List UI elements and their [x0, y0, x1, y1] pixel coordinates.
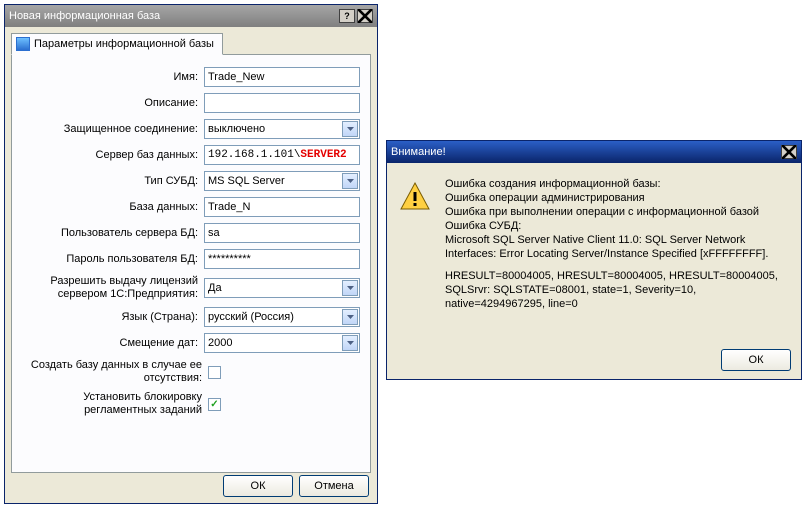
secure-connection-select[interactable]: выключено: [204, 119, 360, 139]
ok-button[interactable]: ОК: [223, 475, 293, 497]
error-button-bar: ОК: [721, 349, 791, 371]
error-line: Microsoft SQL Server Native Client 11.0:…: [445, 234, 768, 260]
error-line: Ошибка создания информационной базы:: [445, 178, 661, 190]
create-db-checkbox[interactable]: [208, 366, 221, 379]
dbms-type-value: MS SQL Server: [208, 175, 285, 187]
db-server-ip: 192.168.1.101\: [208, 149, 300, 161]
language-value: русский (Россия): [208, 311, 294, 323]
label-secure: Защищенное соединение:: [22, 123, 204, 136]
label-db: База данных:: [22, 201, 204, 214]
db-user-input[interactable]: [204, 223, 360, 243]
label-dbtype: Тип СУБД:: [22, 175, 204, 188]
label-createdb: Создать базу данных в случае ее отсутств…: [22, 359, 208, 385]
chevron-down-icon: [342, 173, 358, 189]
label-block-jobs: Установить блокировку регламентных задан…: [22, 391, 208, 417]
chevron-down-icon: [342, 121, 358, 137]
database-input[interactable]: [204, 197, 360, 217]
error-text: Ошибка создания информационной базы: Оши…: [445, 177, 789, 319]
close-button[interactable]: [357, 9, 373, 23]
chevron-down-icon: [342, 309, 358, 325]
dbms-type-select[interactable]: MS SQL Server: [204, 171, 360, 191]
label-dbuser: Пользователь сервера БД:: [22, 227, 204, 240]
tab-label: Параметры информационной базы: [34, 38, 214, 50]
db-server-input[interactable]: 192.168.1.101\SERVER2: [204, 145, 360, 165]
tab-body: Имя: Описание: Защищенное соединение: вы…: [11, 55, 371, 473]
date-offset-select[interactable]: 2000: [204, 333, 360, 353]
label-server: Сервер баз данных:: [22, 149, 204, 162]
error-line: SQLSrvr: SQLSTATE=08001, state=1, Severi…: [445, 284, 696, 296]
label-desc: Описание:: [22, 97, 204, 110]
tab-icon: [16, 37, 30, 51]
label-license: Разрешить выдачу лицензий сервером 1С:Пр…: [22, 275, 204, 301]
name-input[interactable]: [204, 67, 360, 87]
tab-strip: Параметры информационной базы: [11, 33, 371, 55]
date-offset-value: 2000: [208, 337, 232, 349]
error-line: Ошибка при выполнении операции с информа…: [445, 206, 759, 218]
description-input[interactable]: [204, 93, 360, 113]
error-titlebar[interactable]: Внимание!: [387, 141, 801, 163]
block-jobs-checkbox[interactable]: ✓: [208, 398, 221, 411]
button-bar: ОК Отмена: [223, 475, 369, 497]
help-button[interactable]: ?: [339, 9, 355, 23]
error-line: Ошибка операции администрирования: [445, 192, 645, 204]
warning-icon: [399, 181, 431, 213]
error-line: native=4294967295, line=0: [445, 298, 578, 310]
secure-connection-value: выключено: [208, 123, 265, 135]
chevron-down-icon: [342, 335, 358, 351]
label-name: Имя:: [22, 71, 204, 84]
error-title: Внимание!: [391, 146, 779, 158]
chevron-down-icon: [342, 280, 358, 296]
close-icon[interactable]: [781, 145, 797, 159]
license-select[interactable]: Да: [204, 278, 360, 298]
db-server-name: SERVER2: [300, 149, 346, 161]
label-language: Язык (Страна):: [22, 311, 204, 324]
window-title: Новая информационная база: [9, 10, 337, 22]
error-dialog: Внимание! Ошибка создания информационной…: [386, 140, 802, 380]
titlebar[interactable]: Новая информационная база ?: [5, 5, 377, 27]
tab-parameters[interactable]: Параметры информационной базы: [11, 33, 223, 55]
error-line: Ошибка СУБД:: [445, 220, 521, 232]
error-line: HRESULT=80004005, HRESULT=80004005, HRES…: [445, 270, 778, 282]
error-ok-button[interactable]: ОК: [721, 349, 791, 371]
label-dateoffset: Смещение дат:: [22, 337, 204, 350]
cancel-button[interactable]: Отмена: [299, 475, 369, 497]
infobase-wizard-window: Новая информационная база ? Параметры ин…: [4, 4, 378, 504]
language-select[interactable]: русский (Россия): [204, 307, 360, 327]
db-password-input[interactable]: [204, 249, 360, 269]
label-dbpass: Пароль пользователя БД:: [22, 253, 204, 266]
license-value: Да: [208, 282, 222, 294]
error-body: Ошибка создания информационной базы: Оши…: [387, 163, 801, 327]
